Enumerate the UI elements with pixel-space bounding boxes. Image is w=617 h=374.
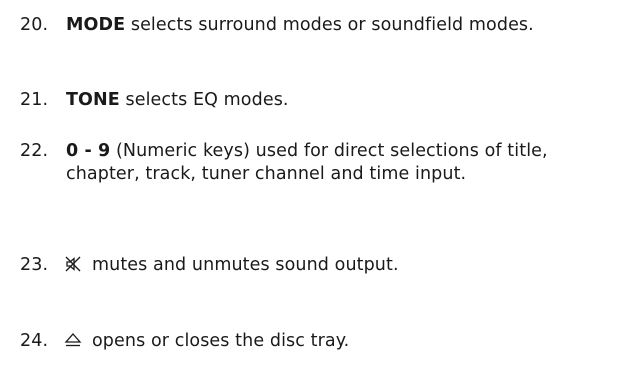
item-description: MODE selects surround modes or soundfiel… xyxy=(66,14,614,37)
item-text: mutes and unmutes sound output. xyxy=(92,255,399,275)
item-text: selects EQ modes. xyxy=(119,90,289,110)
item-description: 0 - 9 (Numeric keys) used for direct sel… xyxy=(66,140,614,186)
item-description: opens or closes the disc tray. xyxy=(56,330,604,353)
mute-icon xyxy=(64,255,82,273)
key-name-mode: MODE xyxy=(66,15,126,35)
item-description: TONE selects EQ modes. xyxy=(66,89,614,112)
item-text: (Numeric keys) used for direct selection… xyxy=(66,141,548,184)
item-number: 22. xyxy=(20,141,49,161)
item-text: opens or closes the disc tray. xyxy=(92,331,350,351)
item-number: 20. xyxy=(20,15,49,35)
item-number: 23. xyxy=(20,255,49,275)
item-number: 21. xyxy=(20,90,49,110)
item-number: 24. xyxy=(20,331,49,351)
item-text: selects surround modes or soundfield mod… xyxy=(125,15,534,35)
key-name-tone: TONE xyxy=(66,90,120,110)
eject-icon xyxy=(64,331,82,349)
key-name-numeric: 0 - 9 xyxy=(66,141,111,161)
item-description: mutes and unmutes sound output. xyxy=(56,254,604,277)
remote-control-key-list: 20. MODE selects surround modes or sound… xyxy=(0,0,617,374)
